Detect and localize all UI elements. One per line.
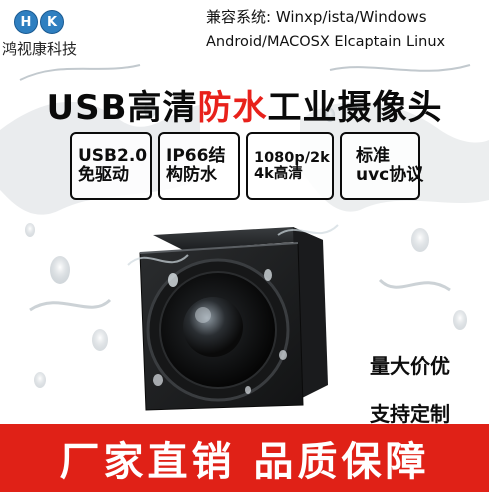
- camera-product-image: [127, 224, 339, 411]
- title-part-waterproof: 防水: [197, 88, 268, 128]
- feature-box-usb: USB2.0 免驱动: [70, 132, 152, 200]
- product-title: USB高清防水工业摄像头: [0, 80, 489, 129]
- title-part-industrial-camera: 工业摄像头: [267, 88, 443, 128]
- feature-line: 构防水: [166, 165, 217, 185]
- compat-text-line1: 兼容系统: Winxp/ista/Windows: [206, 8, 427, 26]
- feature-line: 免驱动: [78, 165, 129, 185]
- feature-line: 标准: [356, 145, 390, 166]
- logo-circle-k: K: [40, 10, 64, 34]
- feature-line: USB2.0: [78, 145, 148, 166]
- company-logo: H K: [6, 6, 64, 34]
- feature-line: 1080p/2k: [254, 149, 330, 166]
- feature-box-resolution: 1080p/2k 4k高清: [246, 132, 334, 200]
- compat-text-line2: Android/MACOSX Elcaptain Linux: [206, 34, 446, 50]
- side-slogan-custom: 支持定制: [370, 402, 450, 426]
- banner-text: 厂家直销 品质保障: [59, 439, 430, 485]
- feature-box-waterproof: IP66结 构防水: [158, 132, 240, 200]
- feature-line: IP66结: [166, 145, 226, 166]
- title-part-usb-hd: USB高清: [46, 88, 198, 128]
- company-name: 鸿视康科技: [2, 40, 78, 58]
- feature-box-uvc: 标准 uvc协议: [340, 132, 424, 200]
- logo-circle-h: H: [14, 10, 38, 34]
- bottom-banner: 厂家直销 品质保障: [0, 424, 489, 492]
- feature-line: uvc协议: [356, 165, 424, 185]
- side-slogan-price: 量大价优: [370, 354, 450, 378]
- feature-line: 4k高清: [254, 166, 303, 182]
